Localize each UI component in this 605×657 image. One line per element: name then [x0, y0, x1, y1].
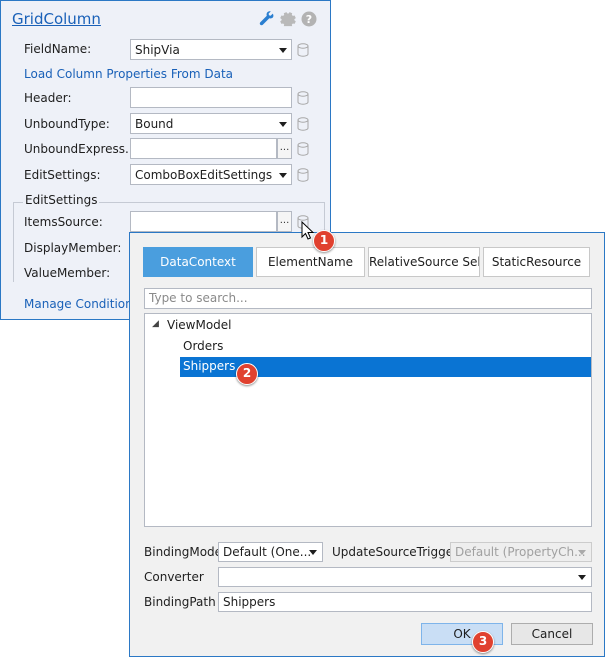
binding-editor-dialog: DataContext ElementName RelativeSource S… [129, 232, 605, 657]
unbound-type-value: Bound [135, 117, 174, 131]
database-icon[interactable] [297, 117, 309, 131]
database-icon[interactable] [297, 91, 309, 105]
header-input[interactable] [130, 87, 292, 108]
tree-view[interactable]: ◢ ViewModel Orders Shippers [144, 313, 592, 527]
wrench-icon[interactable] [259, 11, 275, 27]
converter-label: Converter [144, 570, 204, 584]
tab-elementname[interactable]: ElementName [256, 247, 365, 277]
gear-icon[interactable] [280, 11, 296, 27]
tab-staticresource[interactable]: StaticResource [483, 247, 590, 277]
step-badge-1: 1 [313, 230, 335, 252]
binding-path-value: Shippers [223, 595, 276, 609]
chevron-down-icon[interactable] [578, 575, 586, 580]
binding-path-label: BindingPath [144, 595, 216, 609]
binding-path-input[interactable]: Shippers [218, 592, 592, 612]
update-source-trigger-label: UpdateSourceTrigger [332, 545, 459, 559]
help-icon[interactable]: ? [301, 11, 317, 27]
unbound-expression-label: UnboundExpress... [24, 142, 137, 156]
manage-conditional-link[interactable]: Manage Conditional [24, 297, 143, 311]
chevron-down-icon[interactable] [309, 550, 317, 555]
load-column-properties-link[interactable]: Load Column Properties From Data [24, 67, 233, 81]
step-badge-2: 2 [236, 363, 258, 385]
tab-relativesource-self[interactable]: RelativeSource Self [368, 247, 480, 277]
items-source-label: ItemsSource: [24, 215, 103, 229]
display-member-label: DisplayMember: [24, 241, 122, 255]
update-source-trigger-value: Default (PropertyCh... [455, 545, 586, 559]
edit-settings-combobox[interactable]: ComboBoxEditSettings [130, 164, 292, 185]
unbound-expression-ellipsis-button[interactable]: ... [277, 138, 292, 159]
binding-mode-label: BindingMode [144, 545, 223, 559]
chevron-down-icon[interactable] [279, 48, 287, 53]
search-input[interactable]: Type to search... [144, 288, 592, 309]
edit-settings-value: ComboBoxEditSettings [135, 168, 273, 182]
header-label: Header: [24, 91, 72, 105]
svg-text:?: ? [306, 13, 312, 26]
tree-node-orders[interactable]: Orders [183, 339, 223, 353]
panel-title[interactable]: GridColumn [12, 10, 101, 28]
unbound-type-label: UnboundType: [24, 117, 110, 131]
chevron-down-icon[interactable] [279, 122, 287, 127]
database-icon[interactable] [297, 142, 309, 156]
database-icon[interactable] [297, 43, 309, 57]
chevron-down-icon [578, 550, 586, 555]
items-source-input[interactable] [130, 211, 277, 232]
field-name-label: FieldName: [24, 42, 92, 56]
database-icon[interactable] [297, 168, 309, 182]
step-badge-3: 3 [472, 631, 494, 653]
value-member-label: ValueMember: [24, 266, 111, 280]
binding-mode-value: Default (One... [223, 545, 312, 559]
field-name-combobox[interactable]: ShipVia [130, 39, 292, 60]
items-source-ellipsis-button[interactable]: ... [277, 211, 292, 232]
expand-toggle-icon[interactable]: ◢ [152, 319, 159, 329]
edit-settings-label: EditSettings: [24, 168, 101, 182]
cancel-button[interactable]: Cancel [511, 623, 593, 645]
tab-datacontext[interactable]: DataContext [143, 247, 253, 277]
converter-combobox[interactable] [218, 567, 592, 587]
chevron-down-icon[interactable] [279, 173, 287, 178]
unbound-expression-input[interactable] [130, 138, 277, 159]
edit-settings-group-title: EditSettings [23, 193, 100, 207]
unbound-type-combobox[interactable]: Bound [130, 113, 292, 134]
binding-mode-combobox[interactable]: Default (One... [218, 542, 323, 562]
update-source-trigger-combobox: Default (PropertyCh... [450, 542, 592, 562]
tree-node-viewmodel[interactable]: ViewModel [167, 318, 232, 332]
field-name-value: ShipVia [135, 43, 180, 57]
